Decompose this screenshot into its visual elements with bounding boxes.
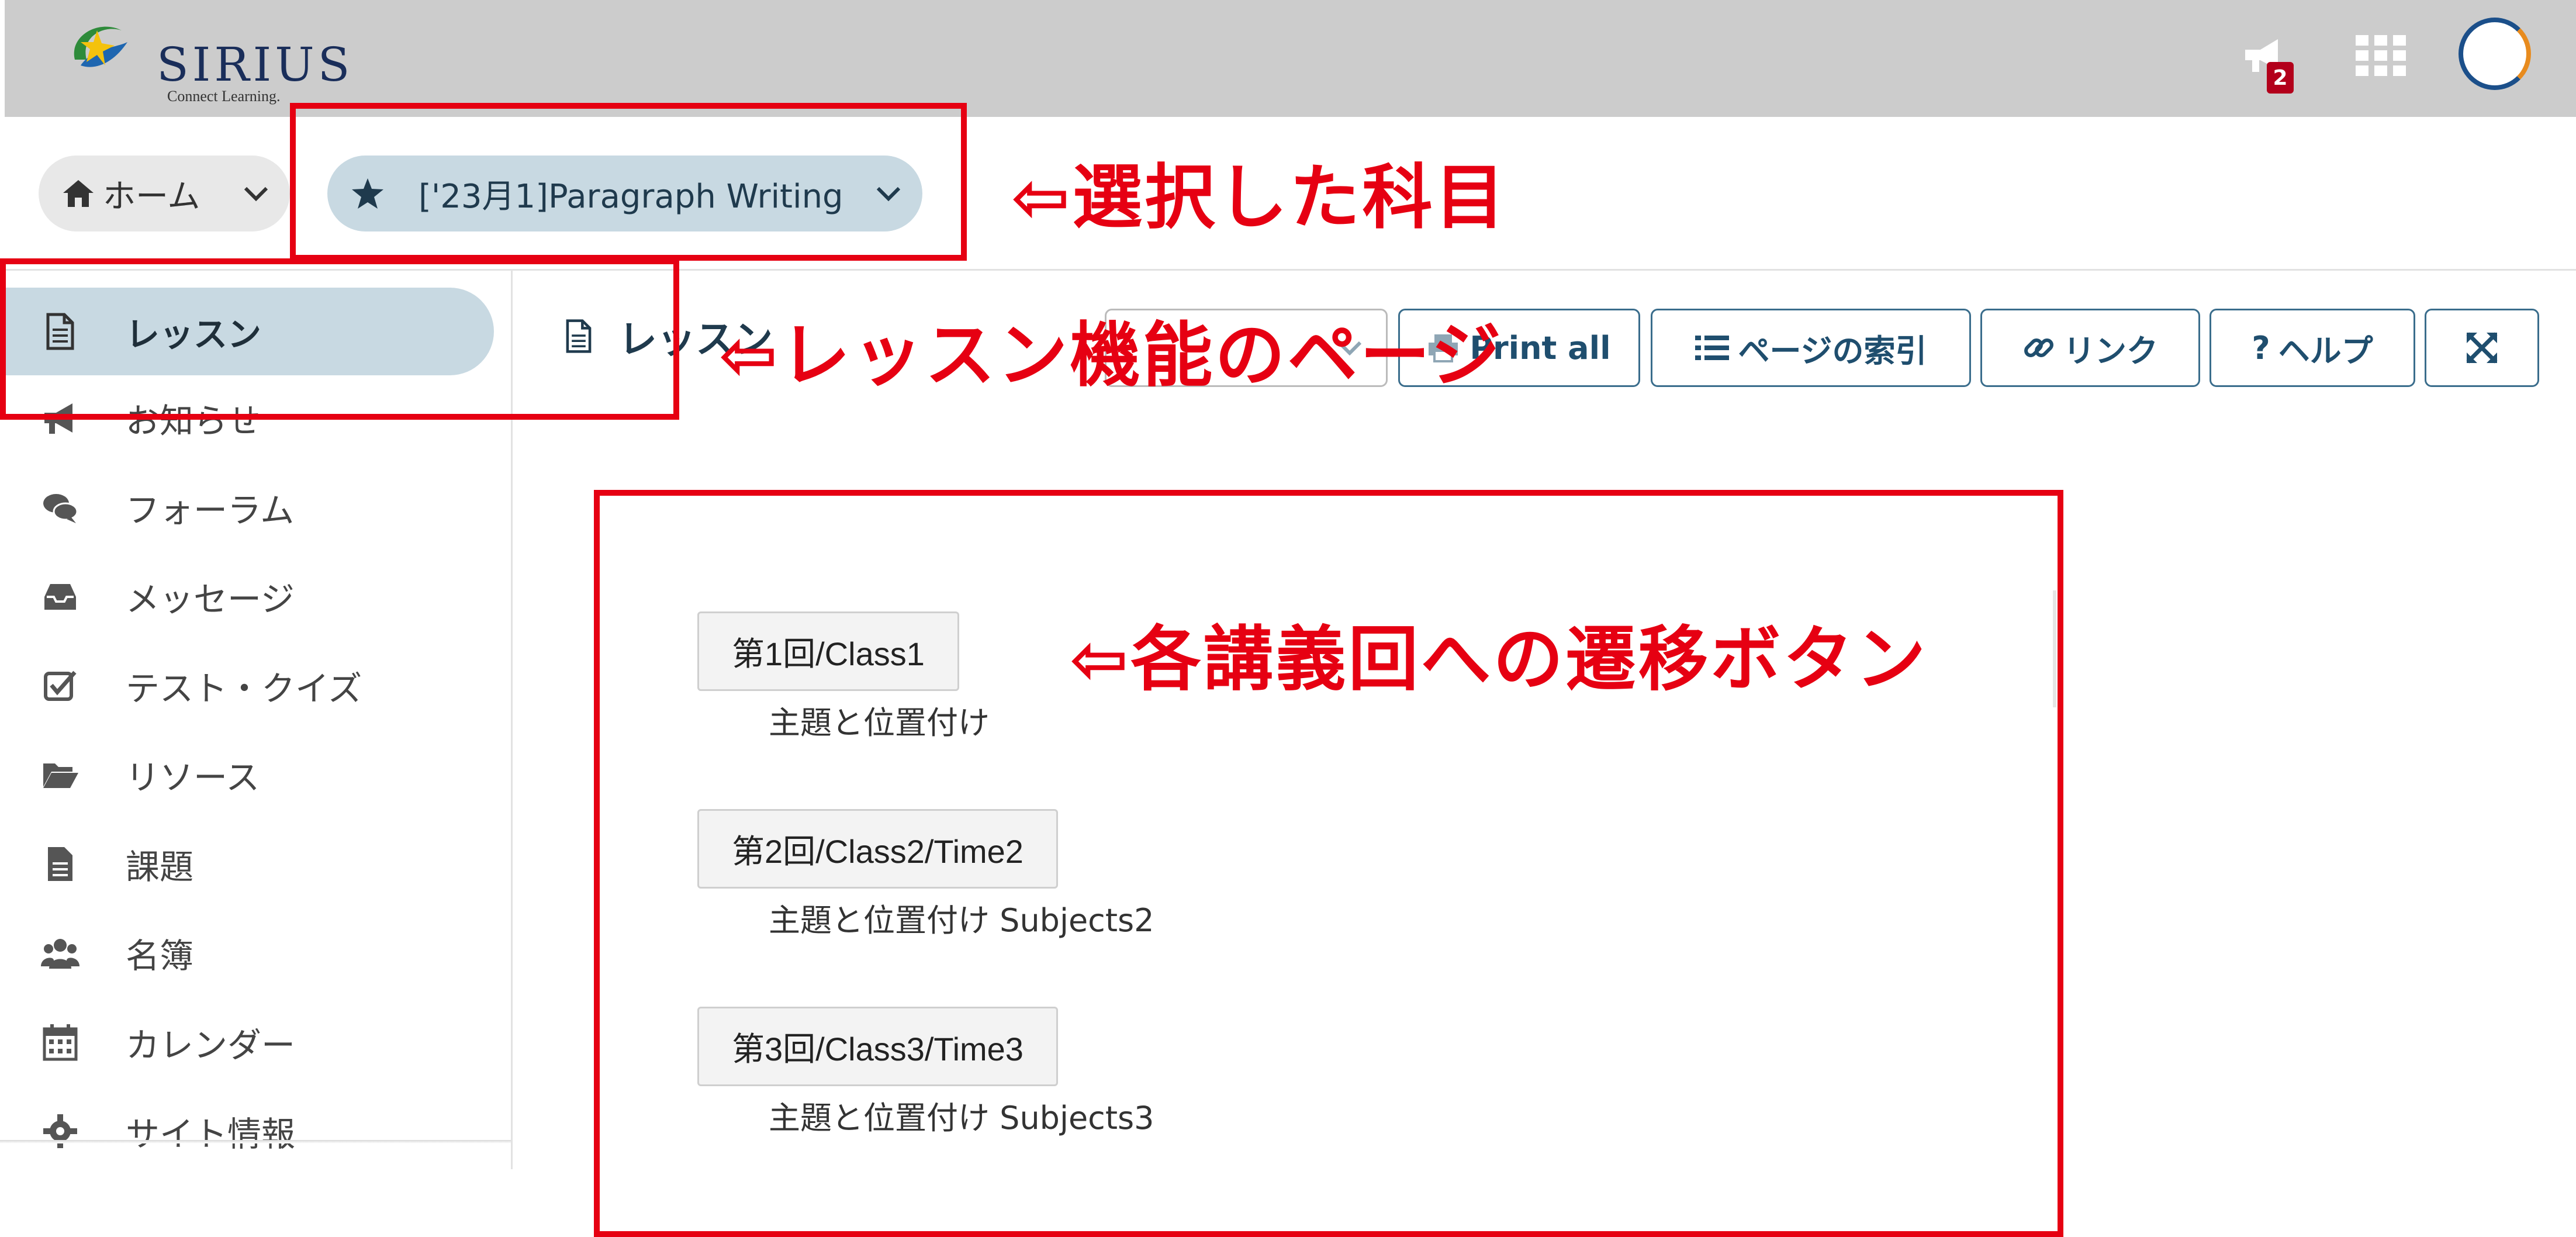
- top-bar: SIRIUS Connect Learning. 2: [5, 0, 2576, 117]
- user-avatar[interactable]: [2459, 18, 2531, 90]
- checkbox-icon: [44, 671, 77, 701]
- folder-open-icon: [43, 763, 78, 788]
- logo-text: SIRIUS: [157, 37, 354, 92]
- chevron-down-icon: [244, 186, 268, 202]
- help-label: ヘルプ: [2278, 332, 2373, 369]
- lesson-buttons-annotation: ⇦各講義回への遷移ボタン: [1070, 619, 1928, 700]
- page-index-label: ページの索引: [1738, 332, 1927, 369]
- selected-subject-annotation: ⇦選択した科目: [1011, 157, 1507, 239]
- sidebar-item-assignments[interactable]: 課題: [0, 820, 494, 908]
- apps-menu-button[interactable]: [2354, 29, 2407, 82]
- fullscreen-button[interactable]: [2425, 309, 2539, 387]
- sidebar-item-site-info[interactable]: サイト情報: [0, 1087, 494, 1175]
- comments-icon: [43, 494, 78, 523]
- sidebar-item-forums[interactable]: フォーラム: [0, 464, 494, 551]
- link-icon: [2024, 338, 2053, 357]
- site-logo[interactable]: SIRIUS Connect Learning.: [63, 13, 350, 105]
- home-icon: [63, 180, 94, 207]
- sidebar-item-label: フォーラム: [126, 490, 295, 530]
- sidebar-item-label: カレンダー: [126, 1025, 296, 1065]
- breadcrumb-home[interactable]: ホーム: [39, 156, 290, 231]
- sidebar-item-calendar[interactable]: カレンダー: [0, 998, 494, 1086]
- sidebar-item-label: サイト情報: [126, 1114, 296, 1154]
- lesson-tab-highlight: [0, 258, 679, 420]
- sidebar-item-label: テスト・クイズ: [126, 669, 362, 709]
- gear-icon: [43, 1114, 77, 1148]
- link-label: リンク: [2063, 332, 2158, 369]
- sidebar-item-messages[interactable]: メッセージ: [0, 552, 494, 640]
- logo-subtitle: Connect Learning.: [167, 88, 281, 105]
- grid-icon: [2356, 35, 2406, 76]
- link-button[interactable]: リンク: [1980, 309, 2200, 387]
- calendar-icon: [43, 1024, 78, 1061]
- sidebar-item-label: 名簿: [126, 936, 194, 976]
- sidebar-item-label: 課題: [126, 847, 194, 887]
- lesson-page-annotation: ⇦レッスン機能のページ: [719, 315, 1504, 396]
- sidebar-item-label: メッセージ: [126, 579, 295, 619]
- sidebar-item-resources[interactable]: リソース: [0, 731, 494, 818]
- help-button[interactable]: ? ヘルプ: [2210, 309, 2415, 387]
- logo-swirl-icon: [74, 26, 127, 67]
- sidebar-item-label: リソース: [126, 758, 260, 797]
- page-index-button[interactable]: ページの索引: [1651, 309, 1971, 387]
- file-icon: [48, 847, 72, 881]
- notification-count-badge: 2: [2267, 62, 2294, 94]
- list-icon: [1695, 336, 1729, 360]
- inbox-icon: [44, 584, 76, 610]
- sidebar-item-tests-quizzes[interactable]: テスト・クイズ: [0, 642, 494, 730]
- sidebar-item-roster[interactable]: 名簿: [0, 909, 494, 997]
- breadcrumb-home-label: ホーム: [103, 177, 200, 216]
- expand-icon: [2466, 332, 2498, 364]
- question-icon: ?: [2252, 329, 2270, 367]
- users-icon: [41, 939, 79, 969]
- sidebar-scroll-shadow: [0, 1140, 511, 1143]
- selected-subject-highlight: [290, 103, 967, 261]
